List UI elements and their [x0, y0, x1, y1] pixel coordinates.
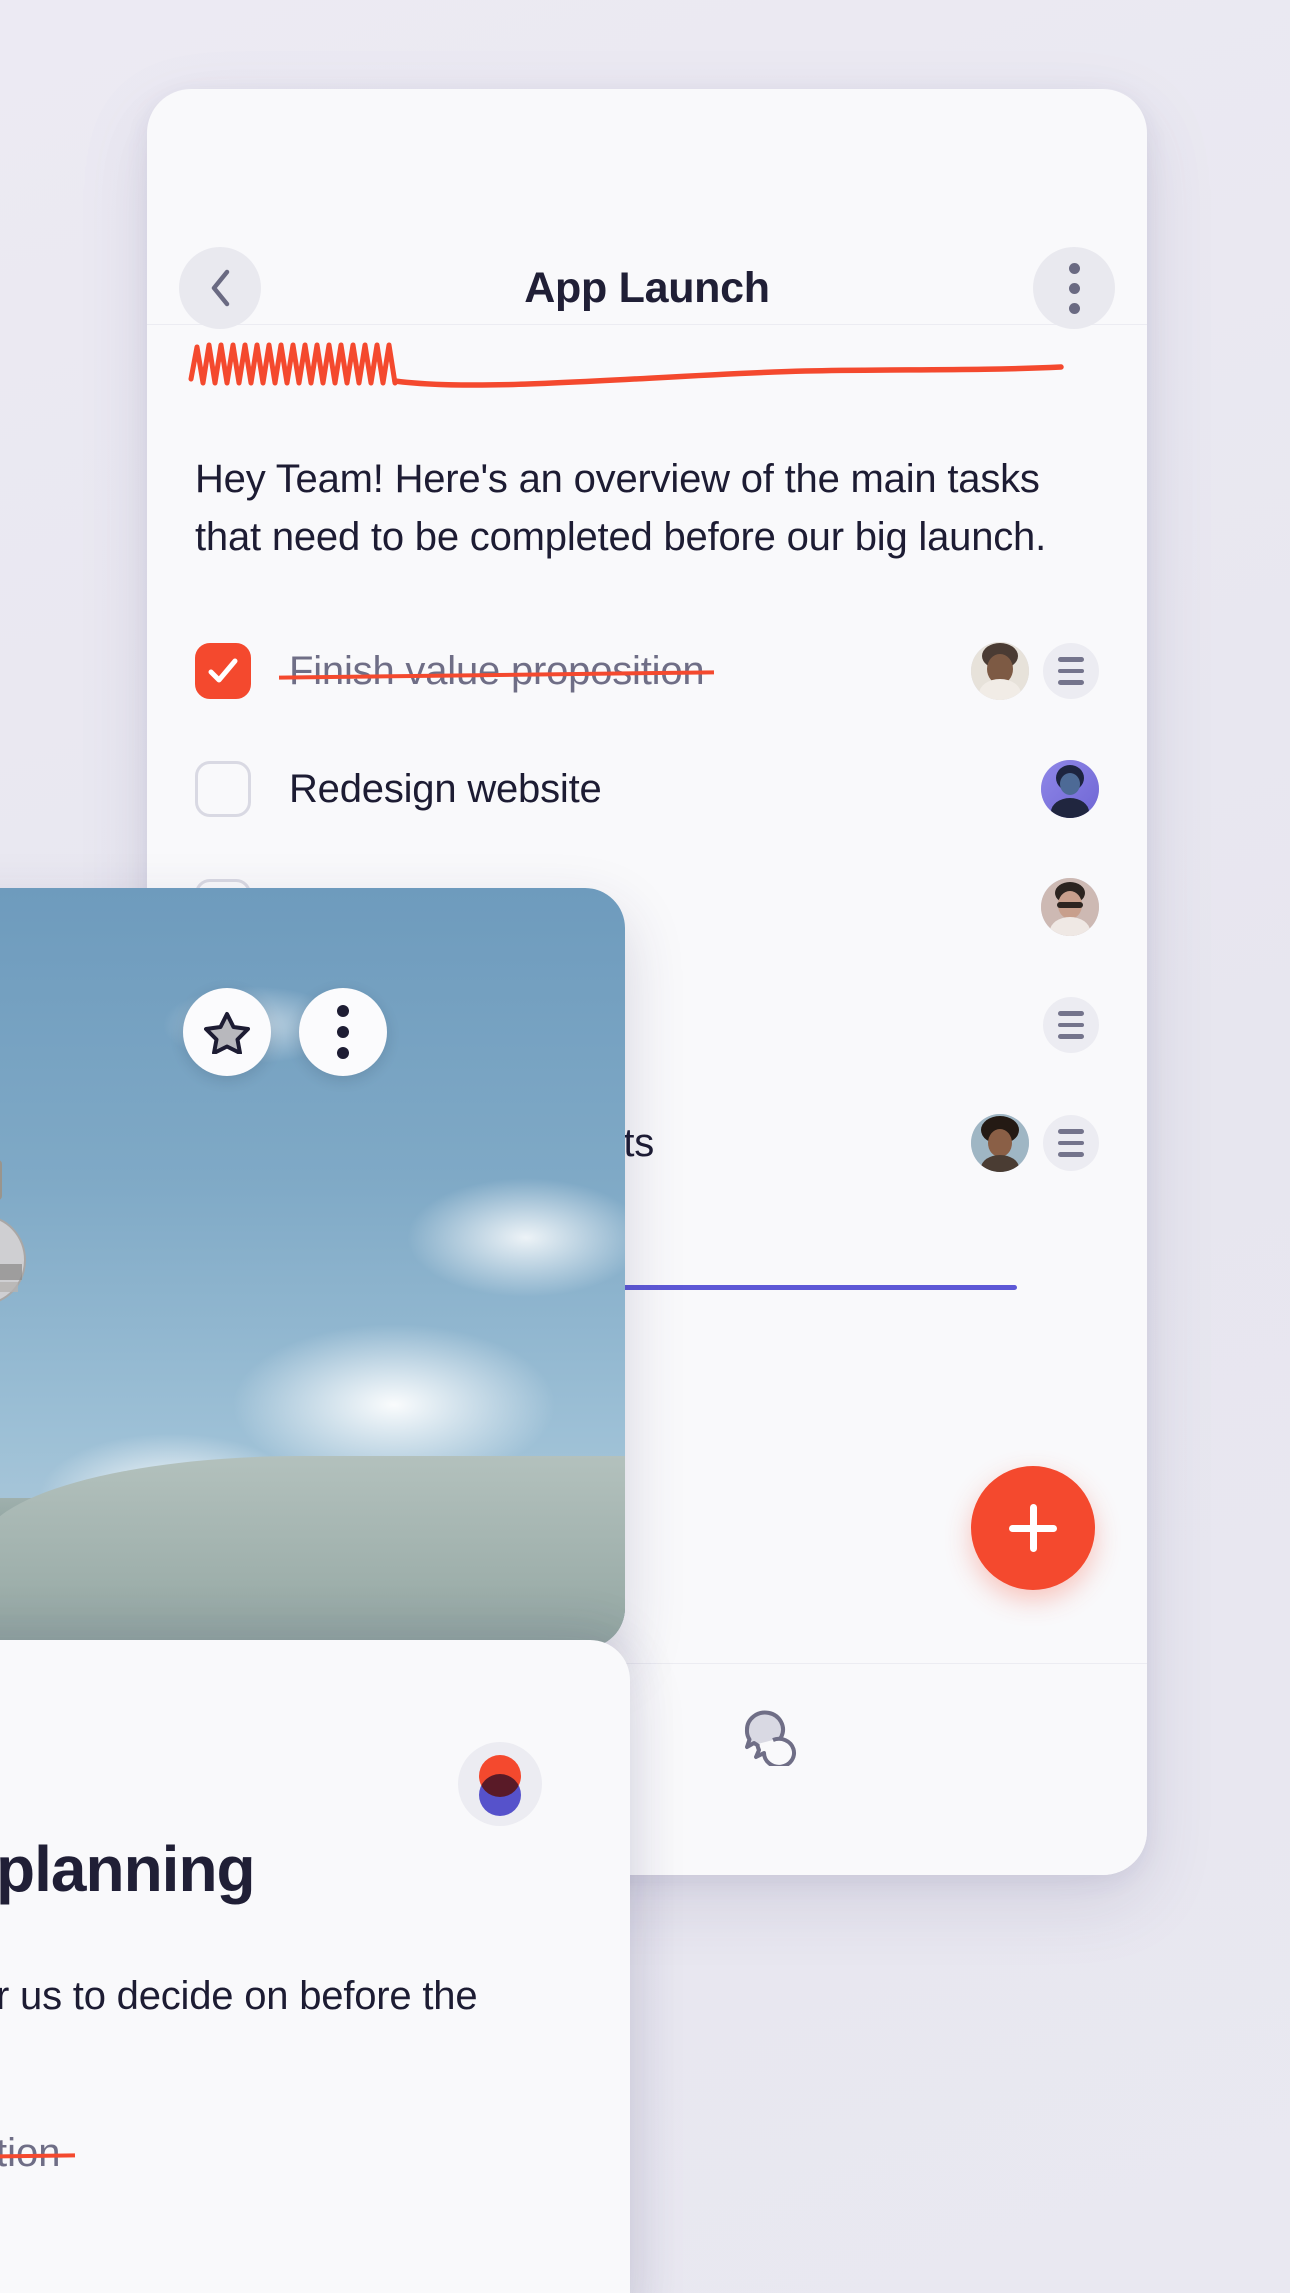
header-more-button[interactable] — [1033, 247, 1115, 329]
task-trailing — [1043, 997, 1099, 1054]
list-lines-icon — [1058, 1129, 1084, 1157]
task-menu-button[interactable] — [1043, 643, 1099, 700]
task-trailing — [1041, 878, 1099, 937]
app-header: App Launch — [147, 89, 1147, 329]
avatar-teammate-3[interactable] — [1041, 878, 1099, 937]
note-body-text: r us to decide on before the — [0, 1974, 478, 2018]
note-header — [0, 1640, 630, 1836]
intro-text: Hey Team! Here's an overview of the main… — [195, 457, 1047, 559]
nav-messages[interactable] — [647, 1706, 897, 1766]
note-title: planning — [0, 1833, 256, 1905]
star-icon — [204, 1012, 250, 1054]
workspace-avatar-button[interactable] — [458, 1742, 542, 1826]
tv-tower-icon — [0, 1160, 26, 1302]
task-trailing — [1041, 760, 1099, 819]
more-vertical-icon — [1068, 262, 1080, 314]
task-row[interactable]: Redesign website — [195, 730, 1099, 848]
favorite-button[interactable] — [183, 988, 271, 1076]
screen-root: App Launch Hey Team! Here's an overview … — [0, 0, 1290, 2293]
building-roof — [0, 1456, 625, 1648]
planning-note-card: planning r us to decide on before the ti… — [0, 1640, 630, 2293]
task-checkbox[interactable] — [195, 761, 251, 818]
photo-actions — [183, 988, 387, 1076]
photo-card[interactable] — [0, 888, 625, 1648]
more-vertical-icon — [337, 1005, 349, 1059]
task-row[interactable]: Finish value proposition — [195, 612, 1099, 730]
task-label: Finish value proposition — [289, 648, 705, 693]
venn-circles-icon — [478, 1755, 522, 1816]
photo-more-button[interactable] — [299, 988, 387, 1076]
task-checkbox[interactable] — [195, 643, 251, 700]
note-task-label: tion — [0, 2131, 61, 2175]
add-task-fab[interactable] — [971, 1466, 1095, 1590]
list-lines-icon — [1058, 1011, 1084, 1039]
avatar-teammate-4[interactable] — [971, 1114, 1029, 1173]
list-lines-icon — [1058, 657, 1084, 685]
note-task-row[interactable]: tion — [0, 2131, 109, 2176]
task-menu-button[interactable] — [1043, 997, 1099, 1054]
avatar-teammate-2[interactable] — [1041, 760, 1099, 819]
task-menu-button[interactable] — [1043, 1115, 1099, 1172]
avatar-teammate-1[interactable] — [971, 642, 1029, 701]
check-icon — [208, 658, 238, 683]
chat-bubbles-icon — [744, 1710, 796, 1766]
task-trailing — [971, 642, 1099, 701]
page-title: App Launch — [524, 264, 770, 312]
task-trailing — [971, 1114, 1099, 1173]
task-label: Redesign website — [289, 766, 602, 811]
